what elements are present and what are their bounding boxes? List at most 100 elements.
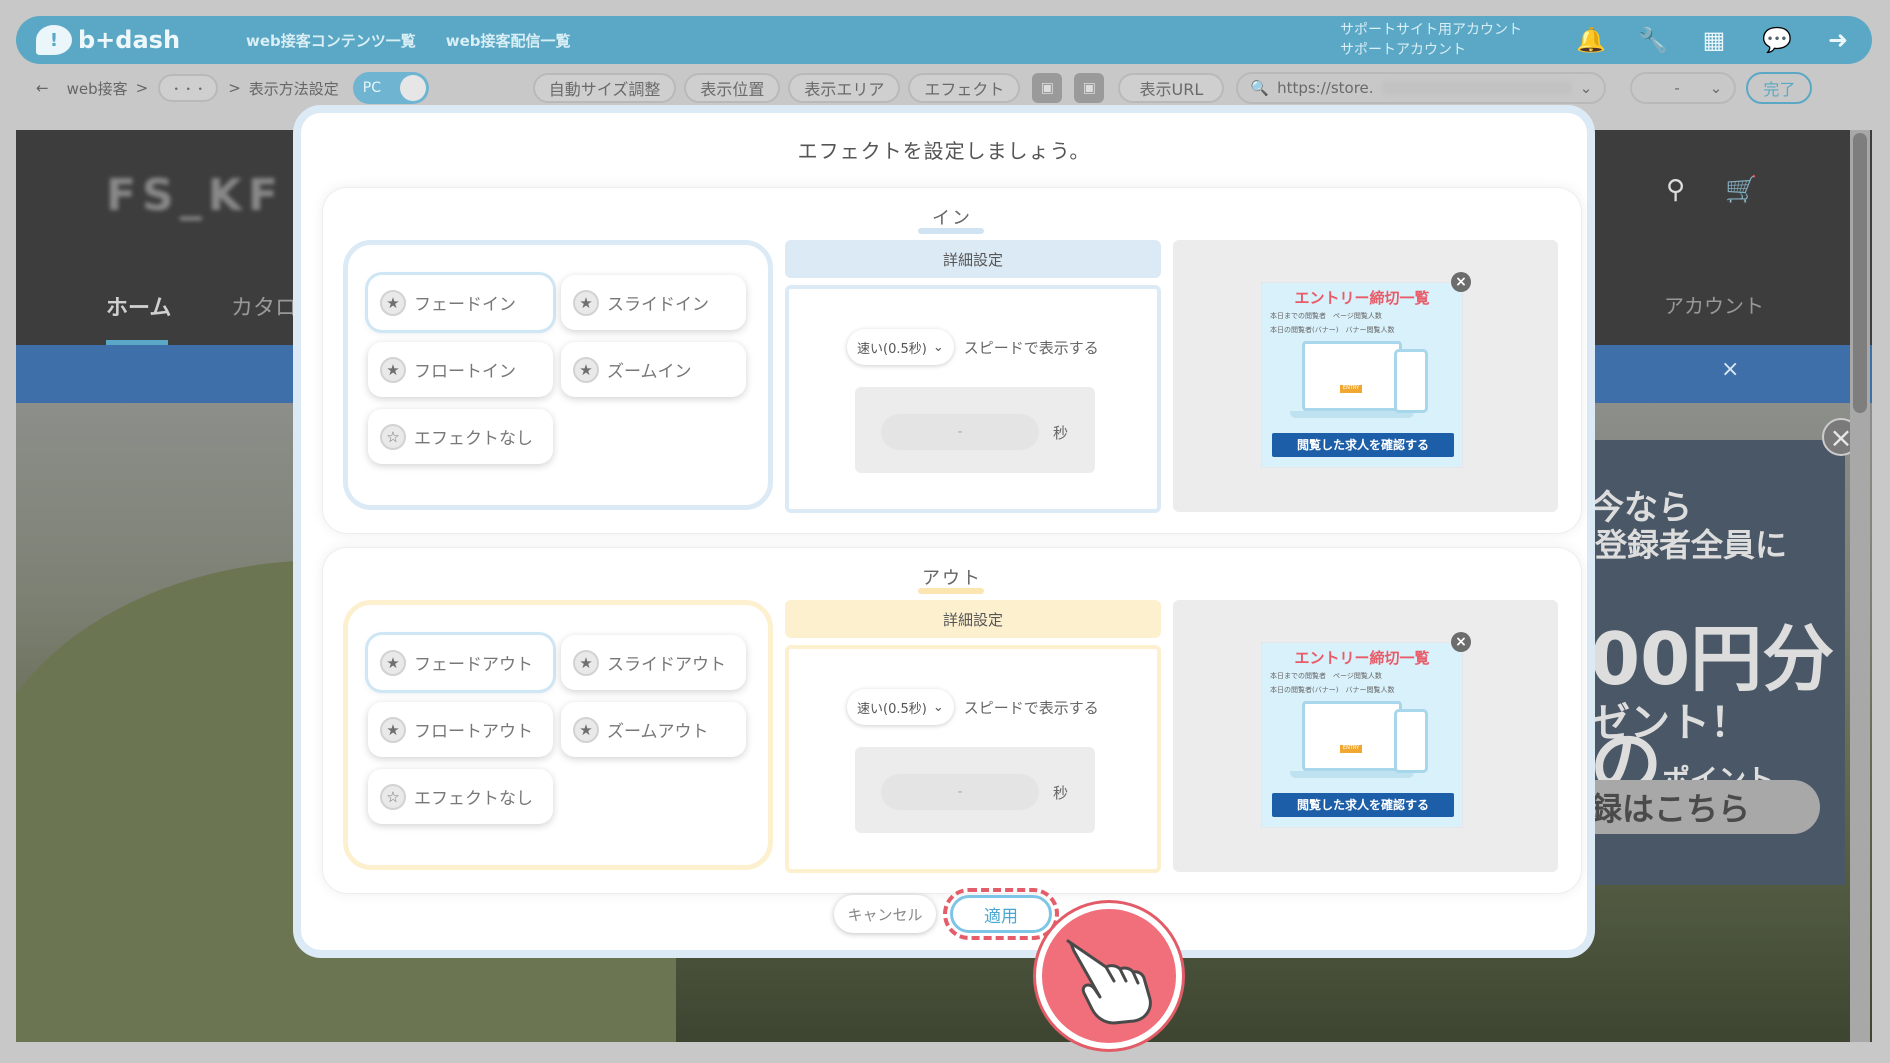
chevron-down-icon: ⌄: [1579, 79, 1593, 97]
option-no-effect-in[interactable]: ☆ エフェクトなし: [368, 409, 553, 464]
option-no-effect-out[interactable]: ☆ エフェクトなし: [368, 769, 553, 824]
page-select-value: -: [1674, 79, 1680, 97]
option-slide-in[interactable]: ★ スライドイン: [561, 275, 746, 330]
chevron-down-icon: ⌄: [1709, 79, 1723, 97]
effect-button[interactable]: エフェクト: [908, 73, 1021, 103]
site-nav-account: アカウント: [1664, 294, 1764, 318]
position-button[interactable]: 表示位置: [684, 73, 781, 103]
breadcrumb-web-contents[interactable]: web接客: [67, 78, 128, 99]
option-zoom-in[interactable]: ★ ズームイン: [561, 342, 746, 397]
screen: ! b+dash web接客コンテンツ一覧 web接客配信一覧 サポートサイト用…: [0, 0, 1890, 1063]
account-info[interactable]: サポートサイト用アカウント サポートアカウント: [1340, 20, 1522, 60]
out-speed-select[interactable]: 速い(0.5秒) ⌄: [847, 689, 954, 725]
out-seconds-input[interactable]: -: [881, 774, 1039, 810]
option-fade-out[interactable]: ★ フェードアウト: [368, 635, 553, 690]
wrench-icon[interactable]: 🔧: [1638, 26, 1668, 54]
preview-sub: 本日までの閲覧者 ページ閲覧人数 本日の閲覧者(バナー) バナー閲覧人数: [1270, 669, 1394, 697]
effect-settings-dialog: エフェクトを設定しましょう。 イン ★ フェードイン ★ スライドイン ★ フロートイ…: [293, 105, 1595, 958]
option-label: エフェクトなし: [414, 429, 533, 449]
logout-icon[interactable]: ➜: [1824, 26, 1852, 54]
breadcrumb-separator: >: [135, 79, 149, 97]
site-scrollbar-thumb[interactable]: [1853, 133, 1867, 413]
in-preview: エントリー締切一覧 本日までの閲覧者 ページ閲覧人数 本日の閲覧者(バナー) バナ…: [1173, 240, 1558, 512]
done-button[interactable]: 完了: [1746, 72, 1813, 104]
device-toggle[interactable]: PC: [352, 72, 429, 104]
preview-card: エントリー締切一覧 本日までの閲覧者 ページ閲覧人数 本日の閲覧者(バナー) バナ…: [1261, 282, 1463, 468]
brand-logo[interactable]: ! b+dash: [36, 25, 216, 55]
preview-close-icon: ×: [1451, 632, 1471, 652]
toggle-knob: [399, 75, 426, 101]
option-label: フェードアウト: [414, 655, 533, 675]
auto-size-button[interactable]: 自動サイズ調整: [532, 73, 677, 103]
search-icon: ⚲: [1666, 175, 1686, 205]
editor-toolbar: ← web接客 > ・・・ > 表示方法設定 PC 自動サイズ調整 表示位置 表…: [16, 68, 1872, 108]
nav-content-list[interactable]: web接客コンテンツ一覧: [246, 30, 416, 51]
preview-sub-2: 本日の閲覧者(バナー) バナー閲覧人数: [1270, 686, 1395, 694]
device-label: PC: [362, 80, 382, 96]
search-icon: 🔍: [1250, 79, 1270, 97]
account-sub: サポートアカウント: [1340, 42, 1466, 58]
bell-icon[interactable]: 🔔: [1576, 26, 1606, 54]
option-label: ズームイン: [607, 362, 692, 382]
out-detail-panel: 速い(0.5秒) ⌄ スピードで表示する - 秒: [785, 645, 1161, 873]
show-url-button[interactable]: 表示URL: [1118, 73, 1225, 103]
option-label: フェードイン: [414, 295, 516, 315]
url-select[interactable]: 🔍 https://store. ⌄: [1236, 72, 1607, 104]
out-options-box: ★ フェードアウト ★ スライドアウト ★ フロートアウト ★ ズームアウト ☆ エフェク…: [343, 600, 773, 870]
chat-icon[interactable]: 💬: [1762, 26, 1792, 54]
nav-delivery-list[interactable]: web接客配信一覧: [446, 30, 571, 51]
preview-button: 閲覧した求人を確認する: [1272, 793, 1454, 817]
cancel-button[interactable]: キャンセル: [834, 895, 936, 933]
site-header-icons: ⚲ 🛒: [1666, 175, 1757, 205]
option-slide-out[interactable]: ★ スライドアウト: [561, 635, 746, 690]
preview-title: エントリー締切一覧: [1294, 289, 1430, 307]
seconds-unit: 秒: [1053, 784, 1069, 802]
speed-text: スピードで表示する: [963, 698, 1099, 717]
apply-button[interactable]: 適用: [950, 895, 1052, 933]
star-icon: ★: [573, 289, 599, 316]
grid-icon[interactable]: ▦: [1700, 26, 1728, 54]
out-section-label: アウト: [922, 568, 982, 589]
back-arrow-icon[interactable]: ←: [36, 79, 49, 97]
out-preview: エントリー締切一覧 本日までの閲覧者 ページ閲覧人数 本日の閲覧者(バナー) バナ…: [1173, 600, 1558, 872]
in-options-box: ★ フェードイン ★ スライドイン ★ フロートイン ★ ズームイン ☆ エフェクトなし: [343, 240, 773, 510]
in-detail-panel: 速い(0.5秒) ⌄ スピードで表示する - 秒: [785, 285, 1161, 513]
seconds-unit: 秒: [1053, 424, 1069, 442]
speed-value: 速い(0.5秒): [857, 341, 927, 357]
url-value: https://store.: [1277, 79, 1374, 97]
breadcrumb-current: 表示方法設定: [248, 79, 339, 98]
in-effect-section: イン ★ フェードイン ★ スライドイン ★ フロートイン ★ ズームイン ☆ エフェクト…: [323, 188, 1581, 533]
option-float-out[interactable]: ★ フロートアウト: [368, 702, 553, 757]
site-nav-home: ホーム: [106, 296, 172, 321]
site-nav-catalog: カタロ: [231, 296, 298, 321]
url-redacted: [1381, 81, 1572, 95]
in-seconds-box: - 秒: [855, 387, 1095, 473]
cart-icon: 🛒: [1725, 175, 1758, 205]
preview-title: エントリー締切一覧: [1294, 649, 1430, 667]
banner-close-icon: ×: [1721, 357, 1740, 382]
option-float-in[interactable]: ★ フロートイン: [368, 342, 553, 397]
page-select[interactable]: - ⌄: [1630, 72, 1737, 104]
area-button[interactable]: 表示エリア: [788, 73, 901, 103]
preview-close-icon: ×: [1451, 272, 1471, 292]
star-off-icon: ☆: [380, 423, 406, 450]
in-speed-select[interactable]: 速い(0.5秒) ⌄: [847, 329, 954, 365]
screen-preview-icon[interactable]: ▣: [1074, 73, 1105, 103]
entry-badge: ENTRY: [1340, 385, 1362, 393]
in-speed-row: 速い(0.5秒) ⌄ スピードで表示する: [847, 329, 1099, 365]
star-icon: ★: [380, 649, 406, 676]
star-icon: ★: [573, 356, 599, 383]
hand-svg: [1066, 939, 1152, 1025]
option-label: スライドアウト: [607, 655, 726, 675]
option-zoom-out[interactable]: ★ ズームアウト: [561, 702, 746, 757]
breadcrumb-more-button[interactable]: ・・・: [158, 74, 219, 102]
out-speed-row: 速い(0.5秒) ⌄ スピードで表示する: [847, 689, 1099, 725]
in-seconds-input[interactable]: -: [881, 414, 1039, 450]
device-preview-icon[interactable]: ▣: [1032, 73, 1063, 103]
preview-sub-1: 本日までの閲覧者 ページ閲覧人数: [1270, 312, 1382, 320]
site-logo: FS_KF: [106, 170, 284, 221]
phone-illustration: [1394, 349, 1428, 413]
speed-text: スピードで表示する: [963, 338, 1099, 357]
option-label: ズームアウト: [607, 722, 709, 742]
option-fade-in[interactable]: ★ フェードイン: [368, 275, 553, 330]
